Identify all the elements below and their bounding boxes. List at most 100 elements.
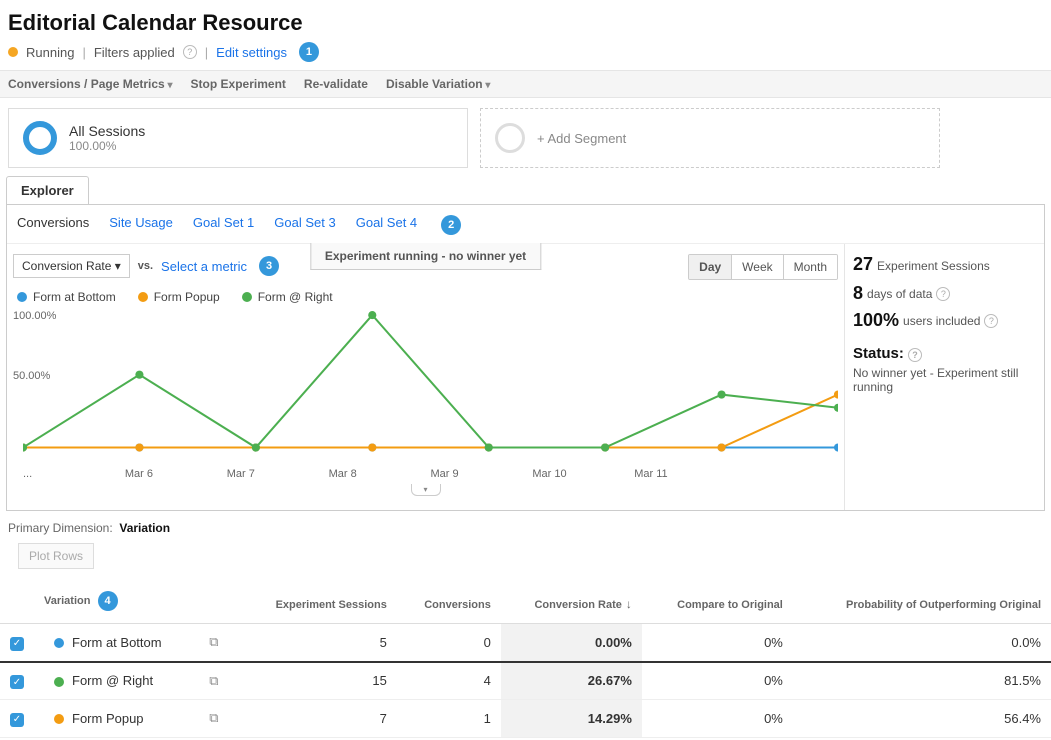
separator: |: [205, 45, 208, 60]
cell-rate: 0.00%: [501, 624, 642, 662]
row-checkbox[interactable]: ✓: [10, 675, 24, 689]
annotation-badge-1: 1: [299, 42, 319, 62]
segment-all-sessions[interactable]: All Sessions 100.00%: [8, 108, 468, 168]
annotation-badge-3: 3: [259, 256, 279, 276]
legend-item[interactable]: Form Popup: [138, 290, 220, 304]
cell-probability: 56.4%: [793, 700, 1051, 738]
chart-svg: [23, 310, 838, 453]
legend-dot: [242, 292, 252, 302]
cell-compare: 0%: [642, 662, 793, 700]
x-tick: [736, 468, 838, 480]
external-link-icon[interactable]: ⧉: [209, 710, 218, 725]
experiment-summary: 27 Experiment Sessions 8 days of data? 100…: [844, 244, 1044, 510]
cell-conversions: 0: [397, 624, 501, 662]
status-dot: [8, 47, 18, 57]
subtab-goal-set-3[interactable]: Goal Set 3: [274, 215, 335, 235]
stat-sessions-l: Experiment Sessions: [877, 259, 990, 273]
legend-label: Form Popup: [154, 290, 220, 304]
row-checkbox[interactable]: ✓: [10, 713, 24, 727]
table-row[interactable]: ✓ Form Popup ⧉ 7114.29%0%56.4%: [0, 700, 1051, 738]
chart-legend: Form at Bottom Form Popup Form @ Right: [17, 290, 838, 304]
status-text: No winner yet - Experiment still running: [853, 366, 1036, 394]
variation-name: Form Popup: [72, 711, 144, 726]
disable-variation-menu[interactable]: Disable Variation: [386, 77, 491, 91]
variation-name: Form at Bottom: [72, 635, 162, 650]
metrics-menu[interactable]: Conversions / Page Metrics: [8, 77, 173, 91]
th-rate[interactable]: Conversion Rate↓: [501, 579, 642, 624]
external-link-icon[interactable]: ⧉: [209, 634, 218, 649]
cell-probability: 81.5%: [793, 662, 1051, 700]
drag-handle[interactable]: ▾: [411, 484, 441, 496]
filters-applied-label: Filters applied: [94, 45, 175, 60]
sub-tabs: Conversions Site Usage Goal Set 1 Goal S…: [7, 205, 1044, 244]
add-segment-button[interactable]: + Add Segment: [480, 108, 940, 168]
vs-label: vs.: [138, 260, 153, 272]
help-icon[interactable]: ?: [936, 287, 950, 301]
revalidate-button[interactable]: Re-validate: [304, 77, 368, 91]
stat-days-n: 8: [853, 283, 863, 304]
x-tick: Mar 11: [634, 468, 736, 480]
granularity-week[interactable]: Week: [731, 255, 782, 279]
legend-item[interactable]: Form @ Right: [242, 290, 333, 304]
th-variation[interactable]: Variation: [44, 595, 90, 607]
x-tick: Mar 9: [431, 468, 533, 480]
help-icon[interactable]: ?: [984, 314, 998, 328]
cell-probability: 0.0%: [793, 624, 1051, 662]
tab-explorer[interactable]: Explorer: [6, 176, 89, 204]
cell-conversions: 4: [397, 662, 501, 700]
subtab-goal-set-1[interactable]: Goal Set 1: [193, 215, 254, 235]
explorer-panel: Conversions Site Usage Goal Set 1 Goal S…: [6, 204, 1045, 511]
segment-ghost-icon: [495, 123, 525, 153]
select-metric-link[interactable]: Select a metric: [161, 259, 247, 274]
granularity-month[interactable]: Month: [783, 255, 837, 279]
help-icon[interactable]: ?: [183, 45, 197, 59]
row-checkbox[interactable]: ✓: [10, 637, 24, 651]
cell-conversions: 1: [397, 700, 501, 738]
status-label: Running: [26, 45, 74, 60]
status-heading: Status:: [853, 345, 904, 362]
cell-rate: 14.29%: [501, 700, 642, 738]
table-row[interactable]: ✓Form at Bottom⧉500.00%0%0.0%: [0, 624, 1051, 662]
edit-settings-link[interactable]: Edit settings: [216, 45, 287, 60]
plot-rows-button[interactable]: Plot Rows: [18, 543, 94, 569]
legend-dot: [138, 292, 148, 302]
primary-dimension-label: Primary Dimension:: [8, 521, 113, 535]
annotation-badge-4: 4: [98, 591, 118, 611]
toolbar: Conversions / Page Metrics Stop Experime…: [0, 70, 1051, 98]
segment-percent: 100.00%: [69, 139, 145, 153]
stat-sessions-n: 27: [853, 254, 873, 275]
variation-dot: [54, 677, 64, 687]
stat-users-n: 100%: [853, 310, 899, 331]
x-tick: Mar 8: [329, 468, 431, 480]
variation-dot: [54, 714, 64, 724]
th-conversions[interactable]: Conversions: [397, 579, 501, 624]
metric-select[interactable]: Conversion Rate ▾: [13, 254, 130, 278]
subtab-site-usage[interactable]: Site Usage: [109, 215, 173, 235]
variation-dot: [54, 638, 64, 648]
granularity-toggle: Day Week Month: [688, 254, 838, 280]
external-link-icon[interactable]: ⧉: [209, 673, 218, 688]
variation-name: Form @ Right: [72, 673, 153, 688]
cell-sessions: 7: [239, 700, 397, 738]
help-icon[interactable]: ?: [908, 348, 922, 362]
stop-experiment-button[interactable]: Stop Experiment: [191, 77, 286, 91]
segment-circle-icon: [23, 121, 57, 155]
subtab-conversions[interactable]: Conversions: [17, 215, 89, 235]
subtab-goal-set-4[interactable]: Goal Set 4: [356, 215, 417, 235]
th-compare[interactable]: Compare to Original: [642, 579, 793, 624]
cell-compare: 0%: [642, 624, 793, 662]
th-sessions[interactable]: Experiment Sessions: [239, 579, 397, 624]
granularity-day[interactable]: Day: [689, 255, 731, 279]
annotation-badge-2: 2: [441, 215, 461, 235]
stat-days-l: days of data: [867, 287, 932, 301]
table-row[interactable]: ✓Form @ Right⧉15426.67%0%81.5%: [0, 662, 1051, 700]
variations-table: Variation 4 Experiment Sessions Conversi…: [0, 579, 1051, 738]
legend-item[interactable]: Form at Bottom: [17, 290, 116, 304]
page-title: Editorial Calendar Resource: [8, 10, 1043, 36]
primary-dimension-value[interactable]: Variation: [119, 521, 170, 535]
legend-label: Form @ Right: [258, 290, 333, 304]
cell-compare: 0%: [642, 700, 793, 738]
experiment-banner: Experiment running - no winner yet: [310, 243, 541, 270]
th-probability[interactable]: Probability of Outperforming Original: [793, 579, 1051, 624]
x-tick: Mar 7: [227, 468, 329, 480]
